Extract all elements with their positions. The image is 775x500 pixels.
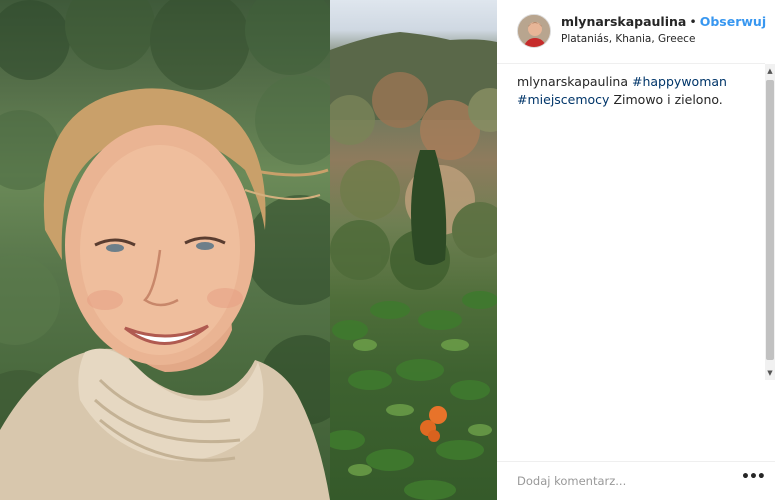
- separator-dot: •: [689, 14, 697, 29]
- hashtag-miejscemocy[interactable]: #miejscemocy: [517, 92, 609, 107]
- comment-input[interactable]: [517, 472, 717, 490]
- post-caption: mlynarskapaulina #happywoman #miejscemoc…: [517, 73, 757, 109]
- post-media[interactable]: [0, 0, 497, 500]
- hashtag-happywoman[interactable]: #happywoman: [632, 74, 727, 89]
- caption-text: Zimowo i zielono.: [613, 92, 723, 107]
- post-author-line: mlynarskapaulina • Obserwuj: [561, 14, 766, 29]
- portrait-photo: [0, 0, 330, 500]
- follow-button[interactable]: Obserwuj: [700, 14, 766, 29]
- scroll-up-arrow-icon[interactable]: ▲: [765, 64, 775, 78]
- avatar-image: [518, 15, 550, 47]
- scroll-thumb[interactable]: [766, 80, 774, 360]
- username-link[interactable]: mlynarskapaulina: [561, 14, 686, 29]
- landscape-photo: [330, 0, 497, 500]
- avatar[interactable]: [517, 14, 551, 48]
- more-options-icon[interactable]: •••: [741, 470, 766, 488]
- comments-scrollbar[interactable]: ▲ ▼: [765, 64, 775, 380]
- portrait-illustration: [0, 0, 330, 500]
- caption-username[interactable]: mlynarskapaulina: [517, 74, 628, 89]
- post-sidebar: mlynarskapaulina • Obserwuj Plataniás, Kha…: [497, 0, 775, 500]
- post-header: mlynarskapaulina • Obserwuj Plataniás, Kha…: [497, 0, 766, 64]
- landscape-illustration: [330, 32, 497, 500]
- scroll-down-arrow-icon[interactable]: ▼: [765, 366, 775, 380]
- location-link[interactable]: Plataniás, Khania, Greece: [561, 33, 695, 45]
- comment-bar: •••: [497, 461, 775, 500]
